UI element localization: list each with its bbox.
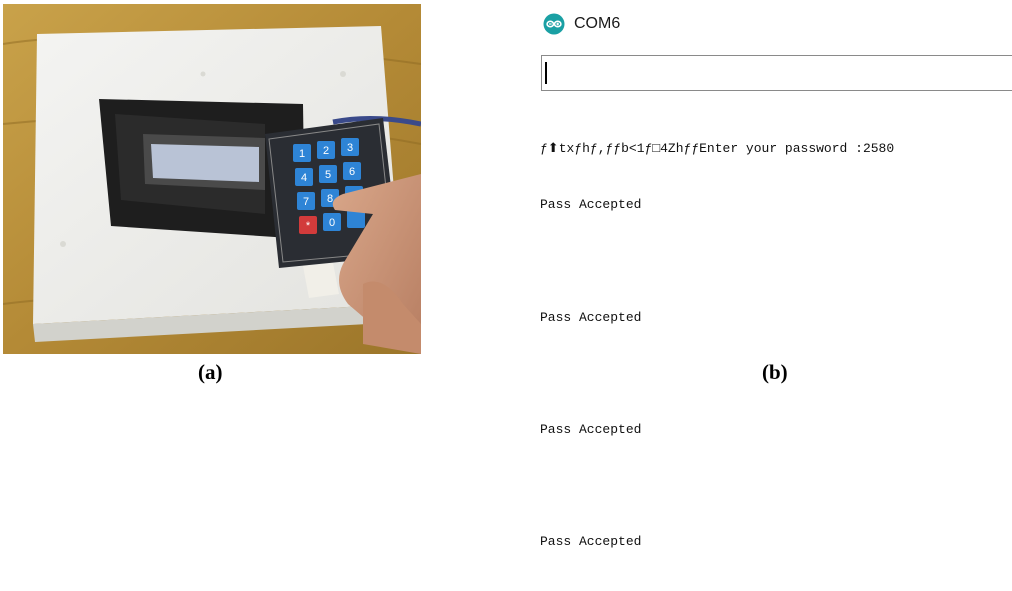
svg-text:5: 5 [325, 169, 331, 181]
svg-text:8: 8 [327, 193, 333, 205]
svg-text:1: 1 [299, 148, 305, 160]
prototype-photo-illustration: 123 456 789 *0 [3, 4, 421, 354]
serial-monitor-window: COM6 ƒ⬆txƒhƒ,ƒƒb<1ƒ□4ZhƒƒEnter your pass… [535, 0, 1012, 549]
svg-text:2: 2 [323, 145, 329, 157]
svg-text:3: 3 [347, 142, 353, 154]
prototype-photo: 123 456 789 *0 [3, 4, 421, 354]
lcd-screen [151, 144, 259, 182]
output-line: Pass Accepted [540, 197, 642, 213]
svg-text:0: 0 [329, 217, 335, 229]
text-caret [545, 62, 547, 84]
svg-text:7: 7 [303, 196, 309, 208]
svg-text:4: 4 [301, 172, 307, 184]
window-title: COM6 [574, 15, 621, 32]
svg-text:*: * [306, 220, 311, 232]
serial-send-input[interactable] [541, 55, 1012, 91]
serial-output-area: ƒ⬆txƒhƒ,ƒƒb<1ƒ□4ZhƒƒEnter your password … [540, 111, 1010, 591]
caption-b: (b) [762, 360, 788, 384]
svg-text:6: 6 [349, 166, 355, 178]
output-line: Pass Accepted [540, 534, 642, 550]
output-line: Pass Accepted [540, 309, 642, 325]
output-line: ƒ⬆txƒhƒ,ƒƒb<1ƒ□4ZhƒƒEnter your password … [540, 141, 895, 156]
arduino-infinity-icon [543, 13, 565, 35]
caption-a: (a) [198, 360, 223, 384]
title-bar: COM6 [535, 8, 620, 40]
output-line: Pass Accepted [540, 421, 642, 437]
